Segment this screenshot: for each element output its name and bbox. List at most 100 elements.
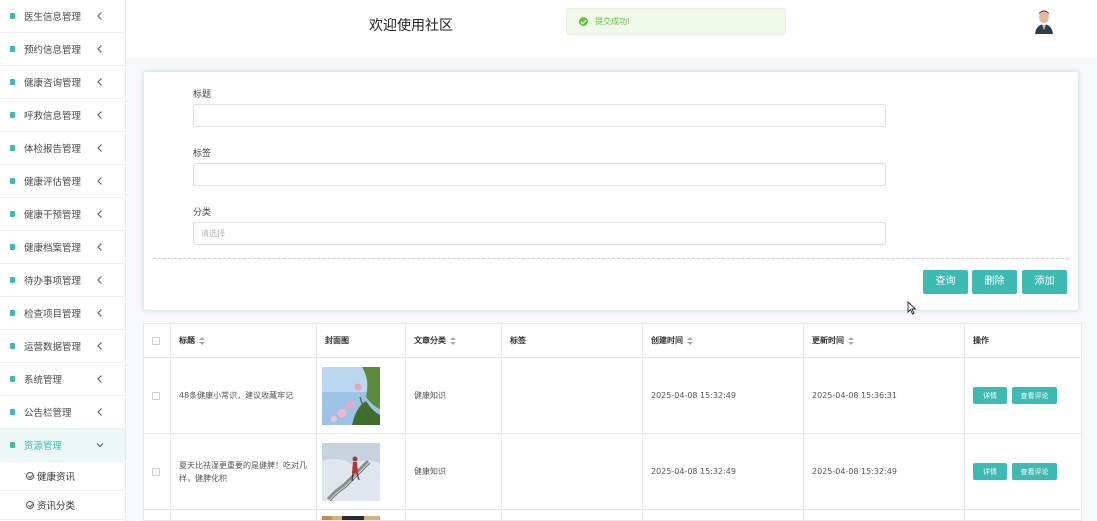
sidebar-item-label: 体检报告管理 (24, 144, 82, 155)
sidebar-item-resources[interactable]: 资源管理 (0, 429, 125, 462)
row-select-cell (144, 434, 171, 509)
view-comments-button[interactable]: 查看评论 (1012, 387, 1057, 404)
sort-icon[interactable] (450, 336, 456, 345)
header-actions: 操作 (965, 324, 1081, 357)
sort-icon[interactable] (848, 336, 854, 345)
chevron-left-icon (97, 309, 102, 317)
header-label: 标题 (179, 336, 195, 345)
mouse-cursor-icon (907, 301, 917, 315)
header-select-cell (144, 324, 171, 357)
cell-updated: 2025-04-08 15:36:31 (804, 358, 965, 433)
sidebar-item-label: 预约信息管理 (24, 45, 82, 56)
detail-button[interactable]: 详情 (973, 387, 1007, 404)
avatar[interactable] (1032, 8, 1056, 34)
welcome-title: 欢迎使用社区 (369, 18, 453, 34)
sidebar-item-todo[interactable]: 待办事项管理 (0, 264, 125, 297)
menu-icon (10, 244, 15, 250)
sidebar-item-system[interactable]: 系统管理 (0, 363, 125, 396)
chevron-left-icon (97, 144, 102, 152)
sidebar-item-intervention[interactable]: 健康干预管理 (0, 198, 125, 231)
menu-icon (10, 277, 15, 283)
chevron-left-icon (97, 375, 102, 383)
header-cover: 封面图 (317, 324, 406, 357)
sidebar-item-sos[interactable]: 呼救信息管理 (0, 99, 125, 132)
menu-icon (10, 409, 15, 415)
header-title[interactable]: 标题 (171, 324, 317, 357)
sort-icon[interactable] (199, 336, 205, 345)
row-select-cell (144, 358, 171, 433)
news-table: 标题 封面图 文章分类 标签 创建时间 更新时间 操作 48条健康小常识，建议收… (143, 323, 1082, 521)
delete-button[interactable]: 删除 (972, 270, 1017, 294)
cell-created (643, 510, 804, 520)
header-created[interactable]: 创建时间 (643, 324, 804, 357)
tag-input[interactable] (193, 163, 886, 186)
cell-title (171, 510, 317, 520)
menu-icon (10, 46, 15, 52)
query-button[interactable]: 查询 (923, 270, 968, 294)
top-header: 欢迎使用社区 提交成功! (126, 0, 1097, 58)
sidebar-item-records[interactable]: 健康档案管理 (0, 231, 125, 264)
title-input[interactable] (193, 104, 886, 127)
search-panel: 标题 标签 分类 查询 删除 添加 (143, 71, 1079, 311)
menu-icon (10, 13, 15, 19)
cell-cover (317, 510, 406, 520)
sidebar-item-operations[interactable]: 运营数据管理 (0, 330, 125, 363)
sidebar-item-check-items[interactable]: 检查项目管理 (0, 297, 125, 330)
sidebar-item-label: 健康咨询管理 (24, 78, 82, 89)
sidebar-subitem-label: 健康资讯 (37, 472, 76, 483)
sidebar-item-doctor[interactable]: 医生信息管理 (0, 0, 125, 33)
cell-category: 健康知识 (406, 434, 502, 509)
sidebar-item-label: 健康档案管理 (24, 243, 82, 254)
header-updated[interactable]: 更新时间 (804, 324, 965, 357)
row-select-cell (144, 510, 171, 520)
chevron-left-icon (97, 78, 102, 86)
chevron-left-icon (97, 45, 102, 53)
cell-actions (965, 510, 1081, 520)
row-checkbox[interactable] (152, 467, 160, 476)
sort-icon[interactable] (687, 336, 693, 345)
chevron-left-icon (97, 111, 102, 119)
cell-title: 夏天比祛湿更重要的是健脾！吃对几样，健脾化积 (171, 434, 317, 509)
tag-field-label: 标签 (193, 149, 212, 159)
chevron-left-icon (97, 177, 102, 185)
sidebar-item-assessment[interactable]: 健康评估管理 (0, 165, 125, 198)
success-icon (579, 17, 588, 26)
cell-updated: 2025-04-08 15:32:49 (804, 434, 965, 509)
sidebar-item-appointment[interactable]: 预约信息管理 (0, 33, 125, 66)
menu-icon (10, 376, 15, 382)
menu-icon (10, 178, 15, 184)
chevron-left-icon (97, 342, 102, 350)
chevron-left-icon (97, 12, 102, 20)
view-comments-button[interactable]: 查看评论 (1012, 463, 1057, 480)
sidebar-item-label: 健康干预管理 (24, 210, 82, 221)
header-label: 操作 (973, 336, 989, 345)
menu-icon (10, 442, 15, 448)
check-circle-icon (26, 501, 34, 509)
category-select[interactable] (193, 222, 886, 245)
chevron-left-icon (97, 210, 102, 218)
category-field-label: 分类 (193, 208, 212, 218)
chevron-left-icon (97, 276, 102, 284)
sidebar-item-consult[interactable]: 健康咨询管理 (0, 66, 125, 99)
cell-actions: 详情 查看评论 (965, 358, 1081, 433)
row-checkbox[interactable] (152, 391, 160, 400)
sidebar-subitem-health-news[interactable]: 健康资讯 (0, 462, 125, 491)
add-button[interactable]: 添加 (1022, 270, 1067, 294)
menu-icon (10, 211, 15, 217)
select-all-checkbox[interactable] (152, 336, 160, 345)
sidebar-item-label: 健康评估管理 (24, 177, 82, 188)
header-category[interactable]: 文章分类 (406, 324, 502, 357)
sidebar-subitem-news-category[interactable]: 资讯分类 (0, 491, 125, 520)
sidebar-item-label: 系统管理 (24, 375, 63, 386)
cell-tag (502, 434, 643, 509)
detail-button[interactable]: 详情 (973, 463, 1007, 480)
toast-message: 提交成功! (595, 17, 631, 26)
chevron-left-icon (97, 408, 102, 416)
cell-updated (804, 510, 965, 520)
sidebar-item-label: 医生信息管理 (24, 12, 82, 23)
cell-tag (502, 358, 643, 433)
sidebar-item-bulletin[interactable]: 公告栏管理 (0, 396, 125, 429)
sidebar-item-checkup-report[interactable]: 体检报告管理 (0, 132, 125, 165)
cell-created: 2025-04-08 15:32:49 (643, 434, 804, 509)
cell-actions: 详情 查看评论 (965, 434, 1081, 509)
